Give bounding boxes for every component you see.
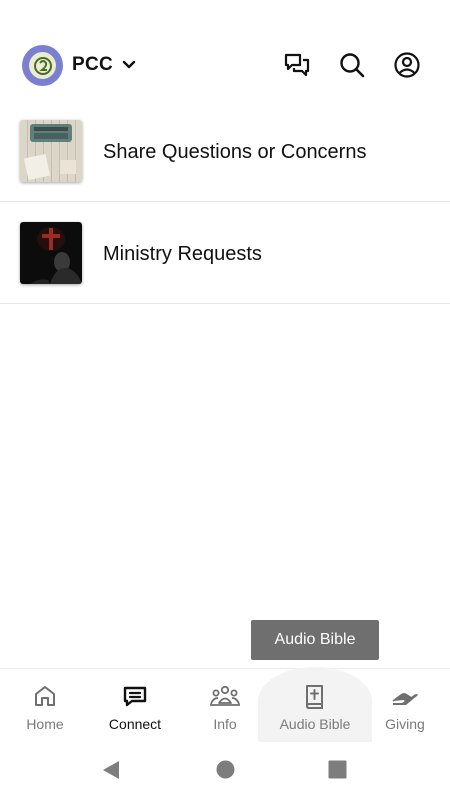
tab-connect[interactable]: Connect: [90, 669, 180, 743]
tab-audio-bible[interactable]: Audio Bible: [270, 669, 360, 743]
list-item-label: Ministry Requests: [103, 243, 262, 265]
tab-label: Audio Bible: [279, 716, 351, 732]
bottom-tab-bar: Home Connect Info Audio Bible Giving: [0, 667, 450, 743]
back-icon[interactable]: [101, 760, 121, 780]
tab-label: Info: [213, 716, 237, 732]
church-logo[interactable]: [22, 45, 63, 86]
tab-info[interactable]: Info: [180, 669, 270, 743]
search-icon[interactable]: [337, 50, 367, 80]
people-icon: [180, 683, 270, 709]
home-button-icon[interactable]: [216, 760, 235, 779]
tab-giving[interactable]: Giving: [360, 669, 450, 743]
recents-icon[interactable]: [328, 760, 347, 779]
chevron-down-icon[interactable]: [121, 57, 137, 73]
chat-icon[interactable]: [282, 50, 312, 80]
tab-label: Connect: [108, 716, 162, 732]
bible-icon: [270, 683, 360, 709]
typewriter-thumbnail: [20, 120, 82, 182]
org-name[interactable]: PCC: [72, 54, 113, 76]
audio-bible-tooltip: Audio Bible: [251, 620, 379, 660]
list-item-share-questions[interactable]: Share Questions or Concerns: [0, 100, 450, 202]
tab-label: Home: [26, 716, 64, 732]
connect-icon: [90, 683, 180, 709]
app-header: PCC: [0, 36, 450, 96]
connect-list: Share Questions or Concerns Ministry Req…: [0, 100, 450, 304]
list-item-label: Share Questions or Concerns: [103, 141, 367, 163]
giving-hand-icon: [360, 683, 450, 709]
account-icon[interactable]: [392, 50, 422, 80]
list-item-ministry-requests[interactable]: Ministry Requests: [0, 202, 450, 304]
system-nav-bar: [0, 742, 450, 800]
cross-prayer-thumbnail: [20, 222, 82, 284]
home-icon: [0, 683, 90, 709]
tab-label: Giving: [385, 716, 425, 732]
tab-home[interactable]: Home: [0, 669, 90, 743]
